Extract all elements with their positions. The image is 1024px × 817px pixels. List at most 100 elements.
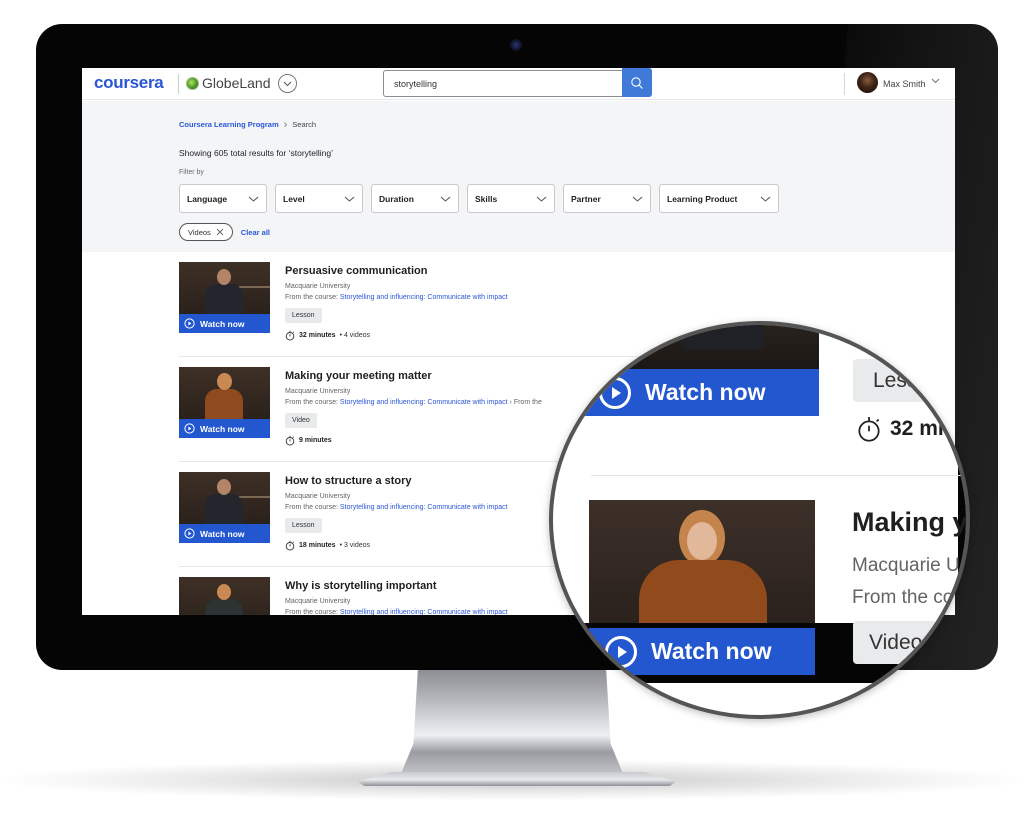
chevron-down-icon[interactable] bbox=[931, 78, 940, 84]
result-title[interactable]: Persuasive communication bbox=[285, 265, 427, 277]
watch-now-button[interactable]: Watch now bbox=[179, 314, 270, 333]
org-name: GlobeLand bbox=[202, 75, 271, 91]
result-title[interactable]: How to structure a story bbox=[285, 475, 412, 487]
search-field[interactable] bbox=[383, 70, 623, 97]
camera-icon bbox=[510, 39, 522, 51]
org-switcher-button[interactable] bbox=[278, 74, 297, 93]
search-icon bbox=[631, 76, 643, 89]
filter-level-dropdown[interactable]: Level bbox=[275, 184, 363, 213]
content-type-badge: Lesson bbox=[285, 308, 322, 323]
result-title[interactable]: Making your meeting matter bbox=[285, 370, 432, 382]
video-thumbnail[interactable]: Watch now bbox=[179, 262, 270, 333]
watch-now-button[interactable]: Watch now bbox=[179, 419, 270, 438]
globe-icon bbox=[186, 77, 199, 90]
video-thumbnail[interactable]: Watch now bbox=[179, 367, 270, 438]
magnified-partner: Macquarie U bbox=[852, 555, 960, 576]
thumbnail-image bbox=[179, 367, 270, 421]
filter-chip-videos[interactable]: Videos bbox=[179, 223, 233, 241]
filter-label-text: Partner bbox=[571, 193, 601, 204]
user-name[interactable]: Max Smith bbox=[883, 79, 926, 89]
course-link[interactable]: Storytelling and influencing: Communicat… bbox=[340, 504, 508, 511]
close-icon[interactable] bbox=[216, 228, 224, 236]
filter-label-text: Language bbox=[187, 193, 228, 204]
result-title[interactable]: Why is storytelling important bbox=[285, 580, 437, 592]
video-thumbnail[interactable] bbox=[179, 577, 270, 615]
watch-now-label: Watch now bbox=[645, 379, 766, 405]
play-circle-icon bbox=[184, 318, 195, 329]
filter-learning-product-dropdown[interactable]: Learning Product bbox=[659, 184, 779, 213]
course-more-text: From the bbox=[513, 399, 542, 406]
watch-now-label: Watch now bbox=[200, 318, 245, 329]
content-type-badge: Video bbox=[285, 413, 317, 428]
filter-label: Filter by bbox=[179, 169, 204, 176]
chevron-right-icon: › bbox=[509, 399, 512, 406]
result-course-line: From the course: Storytelling and influe… bbox=[285, 294, 508, 301]
result-meta: 9 minutes bbox=[285, 435, 332, 446]
filter-duration-dropdown[interactable]: Duration bbox=[371, 184, 459, 213]
filter-skills-dropdown[interactable]: Skills bbox=[467, 184, 555, 213]
play-circle-icon bbox=[184, 528, 195, 539]
watch-now-label: Watch now bbox=[200, 423, 245, 434]
thumbnail-image bbox=[179, 472, 270, 526]
chevron-down-icon bbox=[760, 196, 771, 202]
magnified-watch-now-button: Watch now bbox=[589, 628, 815, 675]
filter-partner-dropdown[interactable]: Partner bbox=[563, 184, 651, 213]
magnified-title: Making y bbox=[852, 507, 968, 537]
breadcrumb-parent-link[interactable]: Coursera Learning Program bbox=[179, 120, 279, 129]
stopwatch-icon bbox=[285, 330, 295, 341]
watch-now-label: Watch now bbox=[200, 528, 245, 539]
course-link[interactable]: Storytelling and influencing: Communicat… bbox=[340, 609, 508, 615]
magnified-watch-now-button: Watch now bbox=[583, 369, 819, 416]
top-navigation-bar: coursera GlobeLand Max Smith bbox=[82, 68, 955, 100]
search-button[interactable] bbox=[622, 68, 652, 97]
clear-all-button[interactable]: Clear all bbox=[241, 228, 270, 237]
monitor-stand-base bbox=[358, 772, 676, 786]
result-extra: • 4 videos bbox=[339, 332, 371, 339]
result-duration: 32 minutes bbox=[299, 332, 336, 339]
chevron-down-icon bbox=[344, 196, 355, 202]
course-link[interactable]: Storytelling and influencing: Communicat… bbox=[340, 294, 508, 301]
filter-language-dropdown[interactable]: Language bbox=[179, 184, 267, 213]
video-thumbnail[interactable]: Watch now bbox=[179, 472, 270, 543]
chevron-down-icon bbox=[248, 196, 259, 202]
result-course-line: From the course: Storytelling and influe… bbox=[285, 399, 542, 406]
breadcrumb-current: Search bbox=[292, 120, 317, 129]
magnified-thumbnail bbox=[583, 325, 819, 369]
course-prefix: From the course: bbox=[285, 399, 338, 406]
coursera-logo[interactable]: coursera bbox=[94, 73, 164, 93]
course-prefix: From the course: bbox=[285, 294, 338, 301]
stopwatch-icon bbox=[285, 435, 295, 446]
course-prefix: From the course: bbox=[285, 504, 338, 511]
avatar[interactable] bbox=[857, 72, 878, 93]
result-duration: 18 minutes bbox=[299, 542, 336, 549]
result-course-line: From the course: Storytelling and influe… bbox=[285, 609, 508, 615]
result-meta: 32 minutes • 4 videos bbox=[285, 330, 370, 341]
result-partner: Macquarie University bbox=[285, 598, 351, 605]
stopwatch-icon bbox=[285, 540, 295, 551]
result-duration: 9 minutes bbox=[299, 437, 332, 444]
thumbnail-image bbox=[179, 577, 270, 615]
result-course-line: From the course: Storytelling and influe… bbox=[285, 504, 508, 511]
filter-label-text: Learning Product bbox=[667, 193, 738, 204]
breadcrumb: Coursera Learning Program › Search bbox=[179, 118, 317, 131]
watch-now-button[interactable]: Watch now bbox=[179, 524, 270, 543]
play-circle-icon bbox=[184, 423, 195, 434]
result-partner: Macquarie University bbox=[285, 388, 351, 395]
magnified-meta: 32 mi bbox=[856, 415, 944, 443]
chip-label: Videos bbox=[188, 227, 211, 237]
results-summary: Showing 605 total results for ‘storytell… bbox=[179, 148, 334, 158]
result-partner: Macquarie University bbox=[285, 493, 351, 500]
magnified-divider bbox=[591, 475, 966, 476]
magnified-stand bbox=[553, 680, 633, 715]
search-input[interactable] bbox=[384, 71, 623, 96]
chevron-right-icon: › bbox=[283, 118, 288, 131]
magnified-badge: Video bbox=[853, 621, 966, 664]
watch-now-label: Watch now bbox=[651, 638, 772, 664]
stopwatch-icon bbox=[858, 417, 880, 442]
result-extra: • 3 videos bbox=[339, 542, 371, 549]
magnifier-callout: Watch now Less 32 mi Making y Macquarie … bbox=[549, 321, 970, 719]
content-type-badge: Lesson bbox=[285, 518, 322, 533]
course-link[interactable]: Storytelling and influencing: Communicat… bbox=[340, 399, 508, 406]
filter-label-text: Skills bbox=[475, 193, 498, 204]
play-circle-icon bbox=[605, 635, 637, 668]
